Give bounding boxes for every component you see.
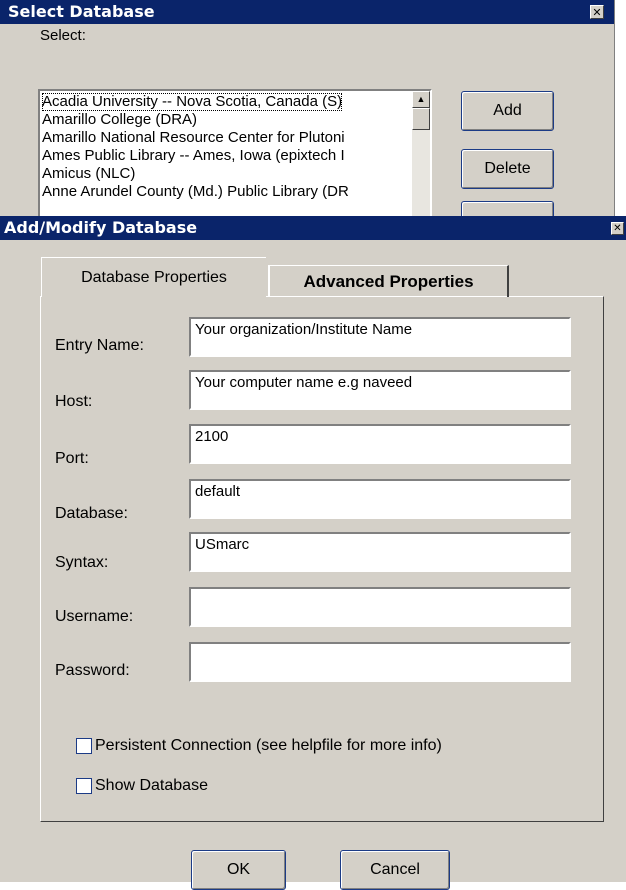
password-label: Password: [55, 662, 130, 679]
scroll-thumb[interactable] [412, 108, 430, 130]
ok-button[interactable]: OK [191, 850, 286, 890]
list-item[interactable]: Amarillo College (DRA) [42, 111, 197, 129]
database-field[interactable]: default [189, 479, 571, 519]
close-icon: ✕ [592, 6, 602, 19]
ok-button-label: OK [226, 861, 251, 878]
host-label: Host: [55, 393, 93, 410]
list-item[interactable]: Anne Arundel County (Md.) Public Library… [42, 183, 349, 201]
show-database-label[interactable]: Show Database [95, 777, 208, 795]
syntax-label: Syntax: [55, 554, 109, 571]
port-field[interactable]: 2100 [189, 424, 571, 464]
cancel-button-label: Cancel [370, 861, 420, 878]
database-label: Database: [55, 505, 128, 522]
select-close-button[interactable]: ✕ [590, 5, 604, 19]
tab-database-properties[interactable]: Database Properties [41, 257, 266, 297]
password-field[interactable] [189, 642, 571, 682]
list-item[interactable]: Acadia University -- Nova Scotia, Canada… [42, 93, 343, 111]
cancel-button[interactable]: Cancel [340, 850, 450, 890]
add-modify-titlebar[interactable]: Add/Modify Database [0, 216, 626, 240]
modify-close-button[interactable]: ✕ [611, 222, 624, 235]
add-modify-database-window: Add/Modify Database ✕ Database Propertie… [0, 216, 626, 890]
add-button-label: Add [493, 102, 522, 119]
list-item[interactable]: Amarillo National Resource Center for Pl… [42, 129, 345, 147]
select-database-window: Select Database ✕ Select: Acadia Univers… [0, 0, 615, 221]
list-item[interactable]: Ames Public Library -- Ames, Iowa (epixt… [42, 147, 345, 165]
tab-advanced-properties[interactable]: Advanced Properties [268, 265, 509, 297]
add-modify-title: Add/Modify Database [4, 218, 198, 237]
tab-advanced-properties-label: Advanced Properties [303, 272, 474, 291]
list-item[interactable]: Amicus (NLC) [42, 165, 135, 183]
tab-database-properties-label: Database Properties [81, 269, 227, 286]
delete-button[interactable]: Delete [461, 149, 554, 189]
port-label: Port: [55, 450, 89, 467]
username-field[interactable] [189, 587, 571, 627]
add-button[interactable]: Add [461, 91, 554, 131]
list-scrollbar[interactable]: ▲ [412, 91, 430, 216]
host-field[interactable]: Your computer name e.g naveed [189, 370, 571, 410]
delete-button-label: Delete [484, 160, 531, 177]
database-listbox[interactable]: Acadia University -- Nova Scotia, Canada… [38, 89, 432, 216]
close-icon: ✕ [613, 223, 622, 234]
up-arrow-icon: ▲ [416, 94, 426, 104]
username-label: Username: [55, 608, 134, 625]
select-database-title: Select Database [8, 2, 155, 21]
show-database-checkbox[interactable] [76, 778, 92, 794]
entry-name-field[interactable]: Your organization/Institute Name [189, 317, 571, 357]
select-label: Select: [40, 27, 86, 44]
persistent-connection-checkbox[interactable] [76, 738, 92, 754]
entry-name-label: Entry Name: [55, 337, 144, 354]
persistent-connection-label[interactable]: Persistent Connection (see helpfile for … [95, 737, 442, 755]
syntax-field[interactable]: USmarc [189, 532, 571, 572]
scroll-up-button[interactable]: ▲ [412, 91, 430, 108]
select-database-titlebar[interactable]: Select Database [0, 0, 614, 24]
